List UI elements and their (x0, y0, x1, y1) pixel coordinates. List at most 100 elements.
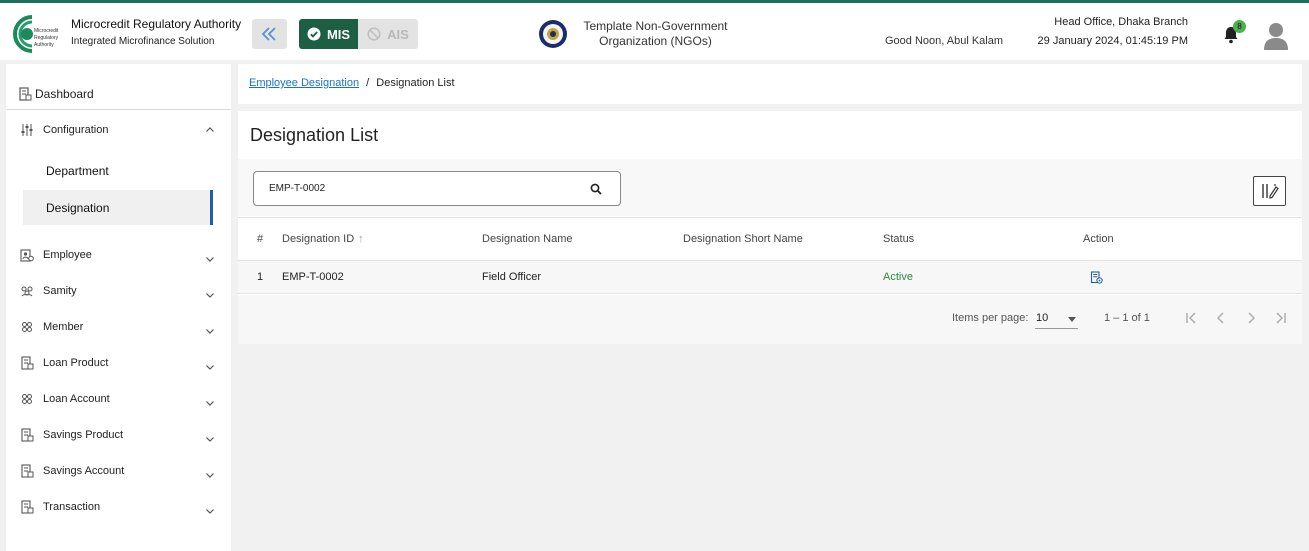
org-tagline: Integrated Microfinance Solution (71, 36, 215, 47)
ngo-name: Template Non-Government Organization (NG… (583, 19, 728, 48)
mra-logo: Microcredit Regulatory Authority (13, 15, 59, 53)
chevron-down-icon (206, 401, 214, 406)
header-designation-id[interactable]: Designation ID ↑ (282, 218, 364, 260)
sidebar-item-employee[interactable]: Employee (6, 239, 231, 271)
sidebar-item-label: Loan Account (43, 393, 110, 405)
search-input[interactable]: EMP-T-0002 (253, 171, 621, 206)
block-icon (367, 27, 381, 41)
next-page-icon[interactable] (1243, 310, 1259, 326)
breadcrumb-current: Designation List (376, 77, 455, 89)
designation-table: # Designation ID ↑ Designation Name Desi… (238, 217, 1302, 294)
sidebar-item-label: Member (43, 321, 84, 333)
transaction-icon (21, 500, 34, 514)
sliders-icon (21, 124, 33, 136)
sidebar-item-label: Samity (43, 285, 77, 297)
current-datetime: 29 January 2024, 01:45:19 PM (1037, 35, 1188, 47)
ais-button[interactable]: AIS (358, 19, 418, 49)
header-label: Designation ID (282, 233, 355, 245)
header-designation-short-name: Designation Short Name (683, 233, 803, 245)
table-row: 1 EMP-T-0002 Field Officer Active (238, 261, 1302, 294)
sidebar-item-savings-product[interactable]: Savings Product (6, 419, 231, 451)
sidebar-item-savings-account[interactable]: Savings Account (6, 455, 231, 487)
sidebar-item-label: Dashboard (35, 86, 94, 101)
paginator: Items per page: 10 1 – 1 of 1 (238, 295, 1302, 344)
chevron-down-icon (206, 329, 214, 334)
view-details-icon[interactable] (1090, 270, 1103, 284)
chevron-down-icon (206, 293, 214, 298)
loan-product-icon (21, 356, 34, 370)
sidebar-item-label: Employee (43, 249, 92, 261)
page-title: Designation List (250, 125, 379, 145)
double-chevron-left-icon (261, 27, 276, 41)
mis-button[interactable]: MIS (299, 19, 358, 49)
sidebar-item-label: Configuration (43, 124, 109, 136)
chevron-up-icon (206, 127, 214, 132)
items-per-page-select[interactable]: 10 (1035, 309, 1078, 329)
svg-text:Microcredit: Microcredit (34, 28, 59, 34)
last-page-icon[interactable] (1273, 310, 1289, 326)
brand-block: Microcredit Regulatory Authority Integra… (71, 17, 241, 47)
items-per-page-value: 10 (1036, 312, 1049, 324)
sidebar-item-configuration[interactable]: Configuration (6, 114, 231, 146)
sidebar-subitem-designation[interactable]: Designation (23, 190, 213, 225)
sidebar-item-label: Savings Account (43, 465, 125, 477)
header-action: Action (1083, 233, 1114, 245)
pagination-range: 1 – 1 of 1 (1104, 312, 1150, 324)
column-settings-button[interactable] (1253, 176, 1286, 206)
table-header-row: # Designation ID ↑ Designation Name Desi… (238, 217, 1302, 261)
sidebar-subitem-department[interactable]: Department (23, 153, 213, 188)
breadcrumb-link-employee-designation[interactable]: Employee Designation (249, 77, 359, 89)
ngo-seal-logo (539, 20, 567, 48)
notification-count-badge: 8 (1233, 20, 1246, 33)
chevron-down-icon (206, 257, 214, 262)
search-icon[interactable] (590, 183, 602, 195)
sidebar-item-samity[interactable]: Samity (6, 275, 231, 307)
greeting-text: Good Noon, Abul Kalam (885, 35, 1004, 47)
breadcrumb-separator: / (366, 77, 370, 89)
org-title: Microcredit Regulatory Authority (71, 17, 242, 31)
previous-page-icon[interactable] (1213, 310, 1229, 326)
loan-account-icon (22, 394, 32, 404)
edit-columns-icon (1261, 184, 1279, 199)
row-action (1090, 261, 1103, 293)
sidebar-item-loan-product[interactable]: Loan Product (6, 347, 231, 379)
ais-label: AIS (387, 26, 409, 42)
sidebar-item-label: Transaction (43, 501, 101, 513)
sidebar-item-member[interactable]: Member (6, 311, 231, 343)
chevron-down-icon (206, 509, 214, 514)
samity-group-icon (21, 286, 33, 297)
dashboard-icon (19, 86, 32, 101)
sidebar-item-loan-account[interactable]: Loan Account (6, 383, 231, 415)
header-status: Status (883, 233, 915, 245)
row-status-badge: Active (883, 271, 913, 283)
chevron-down-icon (206, 473, 214, 478)
dropdown-arrow-icon (1068, 317, 1076, 322)
header-number: # (257, 233, 264, 245)
row-designation-id: EMP-T-0002 (282, 271, 344, 283)
sidebar: Dashboard Configuration Department Desig… (6, 64, 231, 551)
search-input-value: EMP-T-0002 (269, 183, 326, 194)
sidebar-item-transaction[interactable]: Transaction (6, 491, 231, 523)
row-designation-name: Field Officer (482, 271, 542, 283)
user-avatar-icon[interactable] (1263, 21, 1289, 51)
members-icon (22, 322, 32, 332)
first-page-icon[interactable] (1183, 310, 1199, 326)
branch-name: Head Office, Dhaka Branch (1054, 16, 1188, 28)
sidebar-item-label: Loan Product (43, 357, 109, 369)
app-header: Microcredit Regulatory Authority Microcr… (0, 3, 1309, 60)
chevron-down-icon (206, 437, 214, 442)
check-circle-icon (307, 27, 321, 41)
mis-label: MIS (326, 26, 351, 42)
savings-product-icon (21, 428, 34, 442)
savings-account-icon (21, 464, 34, 478)
designation-list-card: Designation List EMP-T-0002 # Designatio… (238, 111, 1302, 344)
chevron-down-icon (206, 365, 214, 370)
svg-text:Regulatory: Regulatory (34, 35, 59, 41)
breadcrumb: Employee Designation / Designation List (249, 77, 455, 89)
sidebar-item-dashboard[interactable]: Dashboard (6, 78, 231, 110)
svg-text:Authority: Authority (34, 42, 54, 48)
collapse-sidebar-button[interactable] (252, 19, 287, 49)
row-number: 1 (257, 271, 264, 283)
sort-arrow-up-icon: ↑ (358, 233, 364, 245)
sidebar-item-label: Savings Product (43, 429, 124, 441)
